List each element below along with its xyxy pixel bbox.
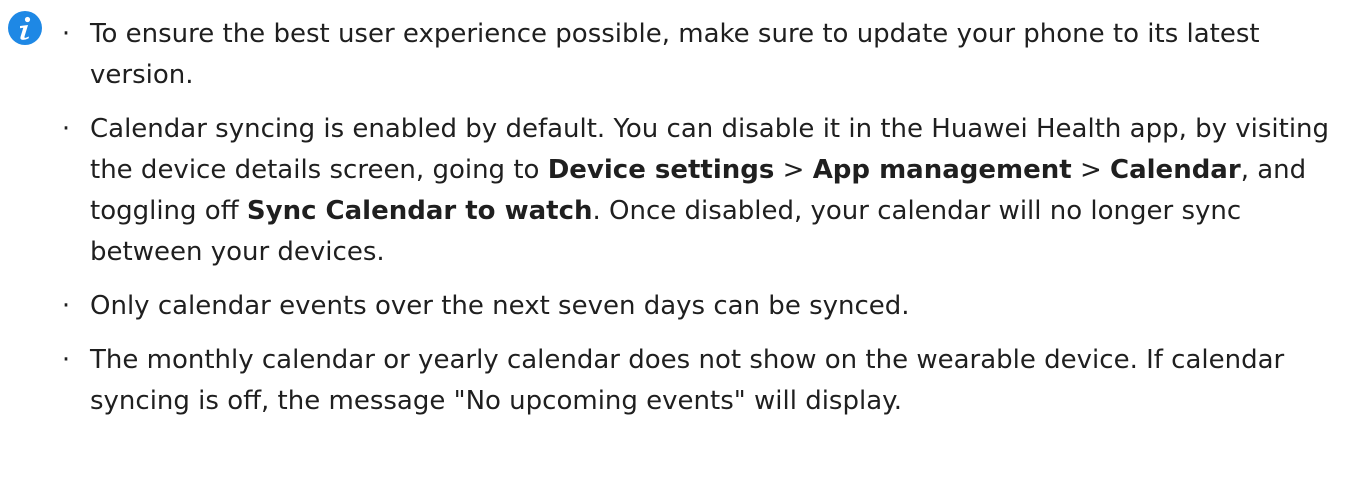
bullet-icon: ·: [61, 19, 71, 49]
note-item: · Calendar syncing is enabled by default…: [56, 109, 1346, 273]
menu-path-device-settings: Device settings: [547, 155, 775, 185]
setting-sync-calendar: Sync Calendar to watch: [246, 196, 593, 226]
path-separator: >: [1071, 155, 1111, 185]
bullet-icon: ·: [61, 345, 71, 375]
bullet-icon: ·: [61, 114, 71, 144]
bullet-icon: ·: [61, 291, 71, 321]
note-item: · The monthly calendar or yearly calenda…: [56, 340, 1346, 422]
notes-list: · To ensure the best user experience pos…: [56, 14, 1346, 435]
menu-path-app-management: App management: [812, 155, 1072, 185]
note-text: The monthly calendar or yearly calendar …: [90, 345, 1285, 416]
menu-path-calendar: Calendar: [1110, 155, 1241, 185]
path-separator: >: [774, 155, 813, 185]
info-icon: [8, 11, 42, 45]
note-item: · Only calendar events over the next sev…: [56, 286, 1346, 327]
note-item: · To ensure the best user experience pos…: [56, 14, 1346, 96]
note-text: Only calendar events over the next seven…: [90, 291, 910, 321]
note-text: To ensure the best user experience possi…: [90, 19, 1260, 90]
